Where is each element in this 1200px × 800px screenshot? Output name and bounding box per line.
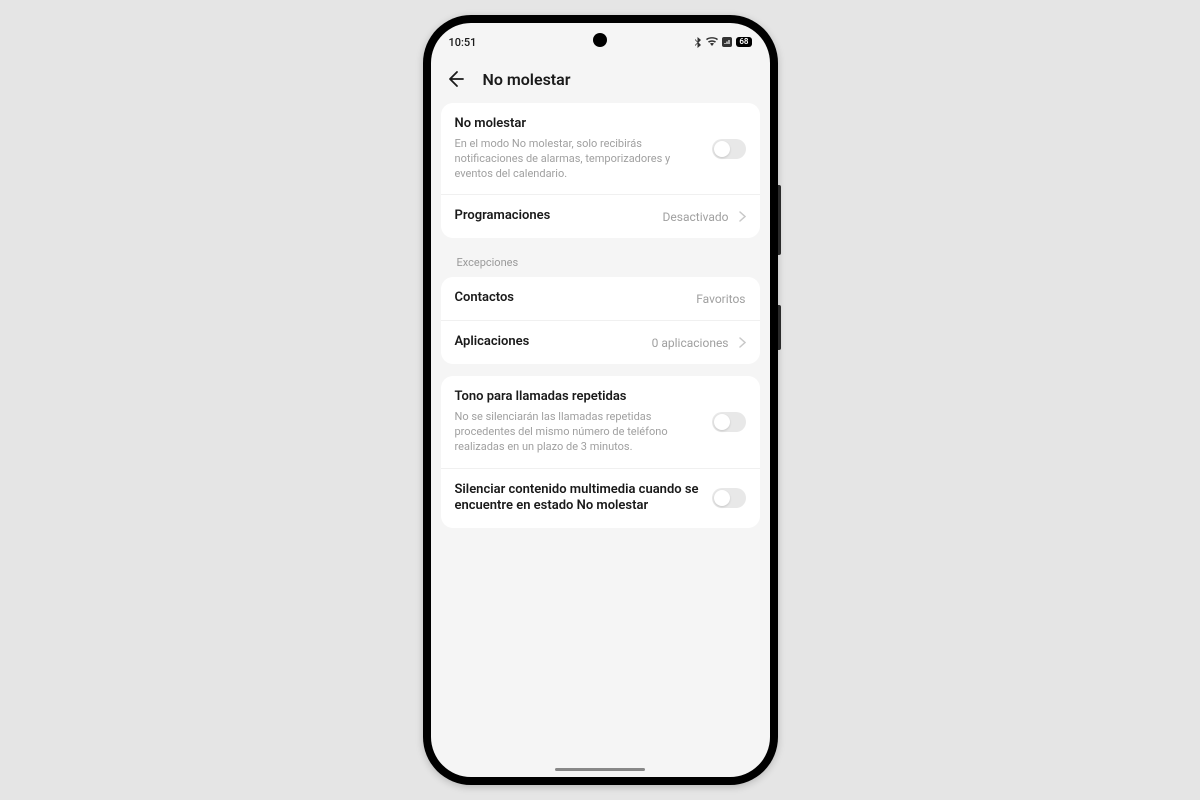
phone-frame: 10:51 68 No molestar No molestar En el m… xyxy=(423,15,778,785)
contacts-title: Contactos xyxy=(455,290,687,307)
status-icons: 68 xyxy=(694,37,751,48)
row-apps[interactable]: Aplicaciones 0 aplicaciones xyxy=(441,320,760,364)
card-main: No molestar En el modo No molestar, solo… xyxy=(441,103,760,238)
row-schedules[interactable]: Programaciones Desactivado xyxy=(441,194,760,238)
mute-media-title: Silenciar contenido multimedia cuando se… xyxy=(455,482,702,516)
chevron-right-icon xyxy=(739,337,746,348)
home-indicator[interactable] xyxy=(555,768,645,771)
row-mute-media[interactable]: Silenciar contenido multimedia cuando se… xyxy=(441,468,760,529)
back-icon[interactable] xyxy=(445,69,465,89)
dnd-toggle[interactable] xyxy=(712,139,746,159)
power-button xyxy=(778,305,781,350)
dnd-desc: En el modo No molestar, solo recibirás n… xyxy=(455,137,702,182)
schedules-title: Programaciones xyxy=(455,208,653,225)
repeat-desc: No se silenciarán las llamadas repetidas… xyxy=(455,410,702,455)
card-options: Tono para llamadas repetidas No se silen… xyxy=(441,376,760,528)
apps-value: 0 aplicaciones xyxy=(652,336,729,350)
apps-title: Aplicaciones xyxy=(455,334,642,351)
screen: 10:51 68 No molestar No molestar En el m… xyxy=(431,23,770,777)
row-dnd-toggle[interactable]: No molestar En el modo No molestar, solo… xyxy=(441,103,760,194)
page-header: No molestar xyxy=(431,57,770,103)
battery-icon: 68 xyxy=(736,37,751,47)
page-title: No molestar xyxy=(483,70,571,89)
dnd-title: No molestar xyxy=(455,116,702,133)
camera-cutout xyxy=(593,33,607,47)
row-contacts[interactable]: Contactos Favoritos xyxy=(441,277,760,320)
content: No molestar En el modo No molestar, solo… xyxy=(431,103,770,777)
bluetooth-icon xyxy=(694,37,702,48)
schedules-value: Desactivado xyxy=(663,210,729,224)
volume-button xyxy=(778,185,781,255)
mute-media-toggle[interactable] xyxy=(712,488,746,508)
contacts-value: Favoritos xyxy=(696,292,745,306)
wifi-icon xyxy=(706,37,718,47)
chevron-right-icon xyxy=(739,211,746,222)
repeat-title: Tono para llamadas repetidas xyxy=(455,389,702,406)
status-time: 10:51 xyxy=(449,36,477,49)
signal-icon xyxy=(722,37,732,47)
card-exceptions: Contactos Favoritos Aplicaciones 0 aplic… xyxy=(441,277,760,364)
section-exceptions-label: Excepciones xyxy=(441,250,760,277)
row-repeat-calls[interactable]: Tono para llamadas repetidas No se silen… xyxy=(441,376,760,467)
repeat-toggle[interactable] xyxy=(712,412,746,432)
